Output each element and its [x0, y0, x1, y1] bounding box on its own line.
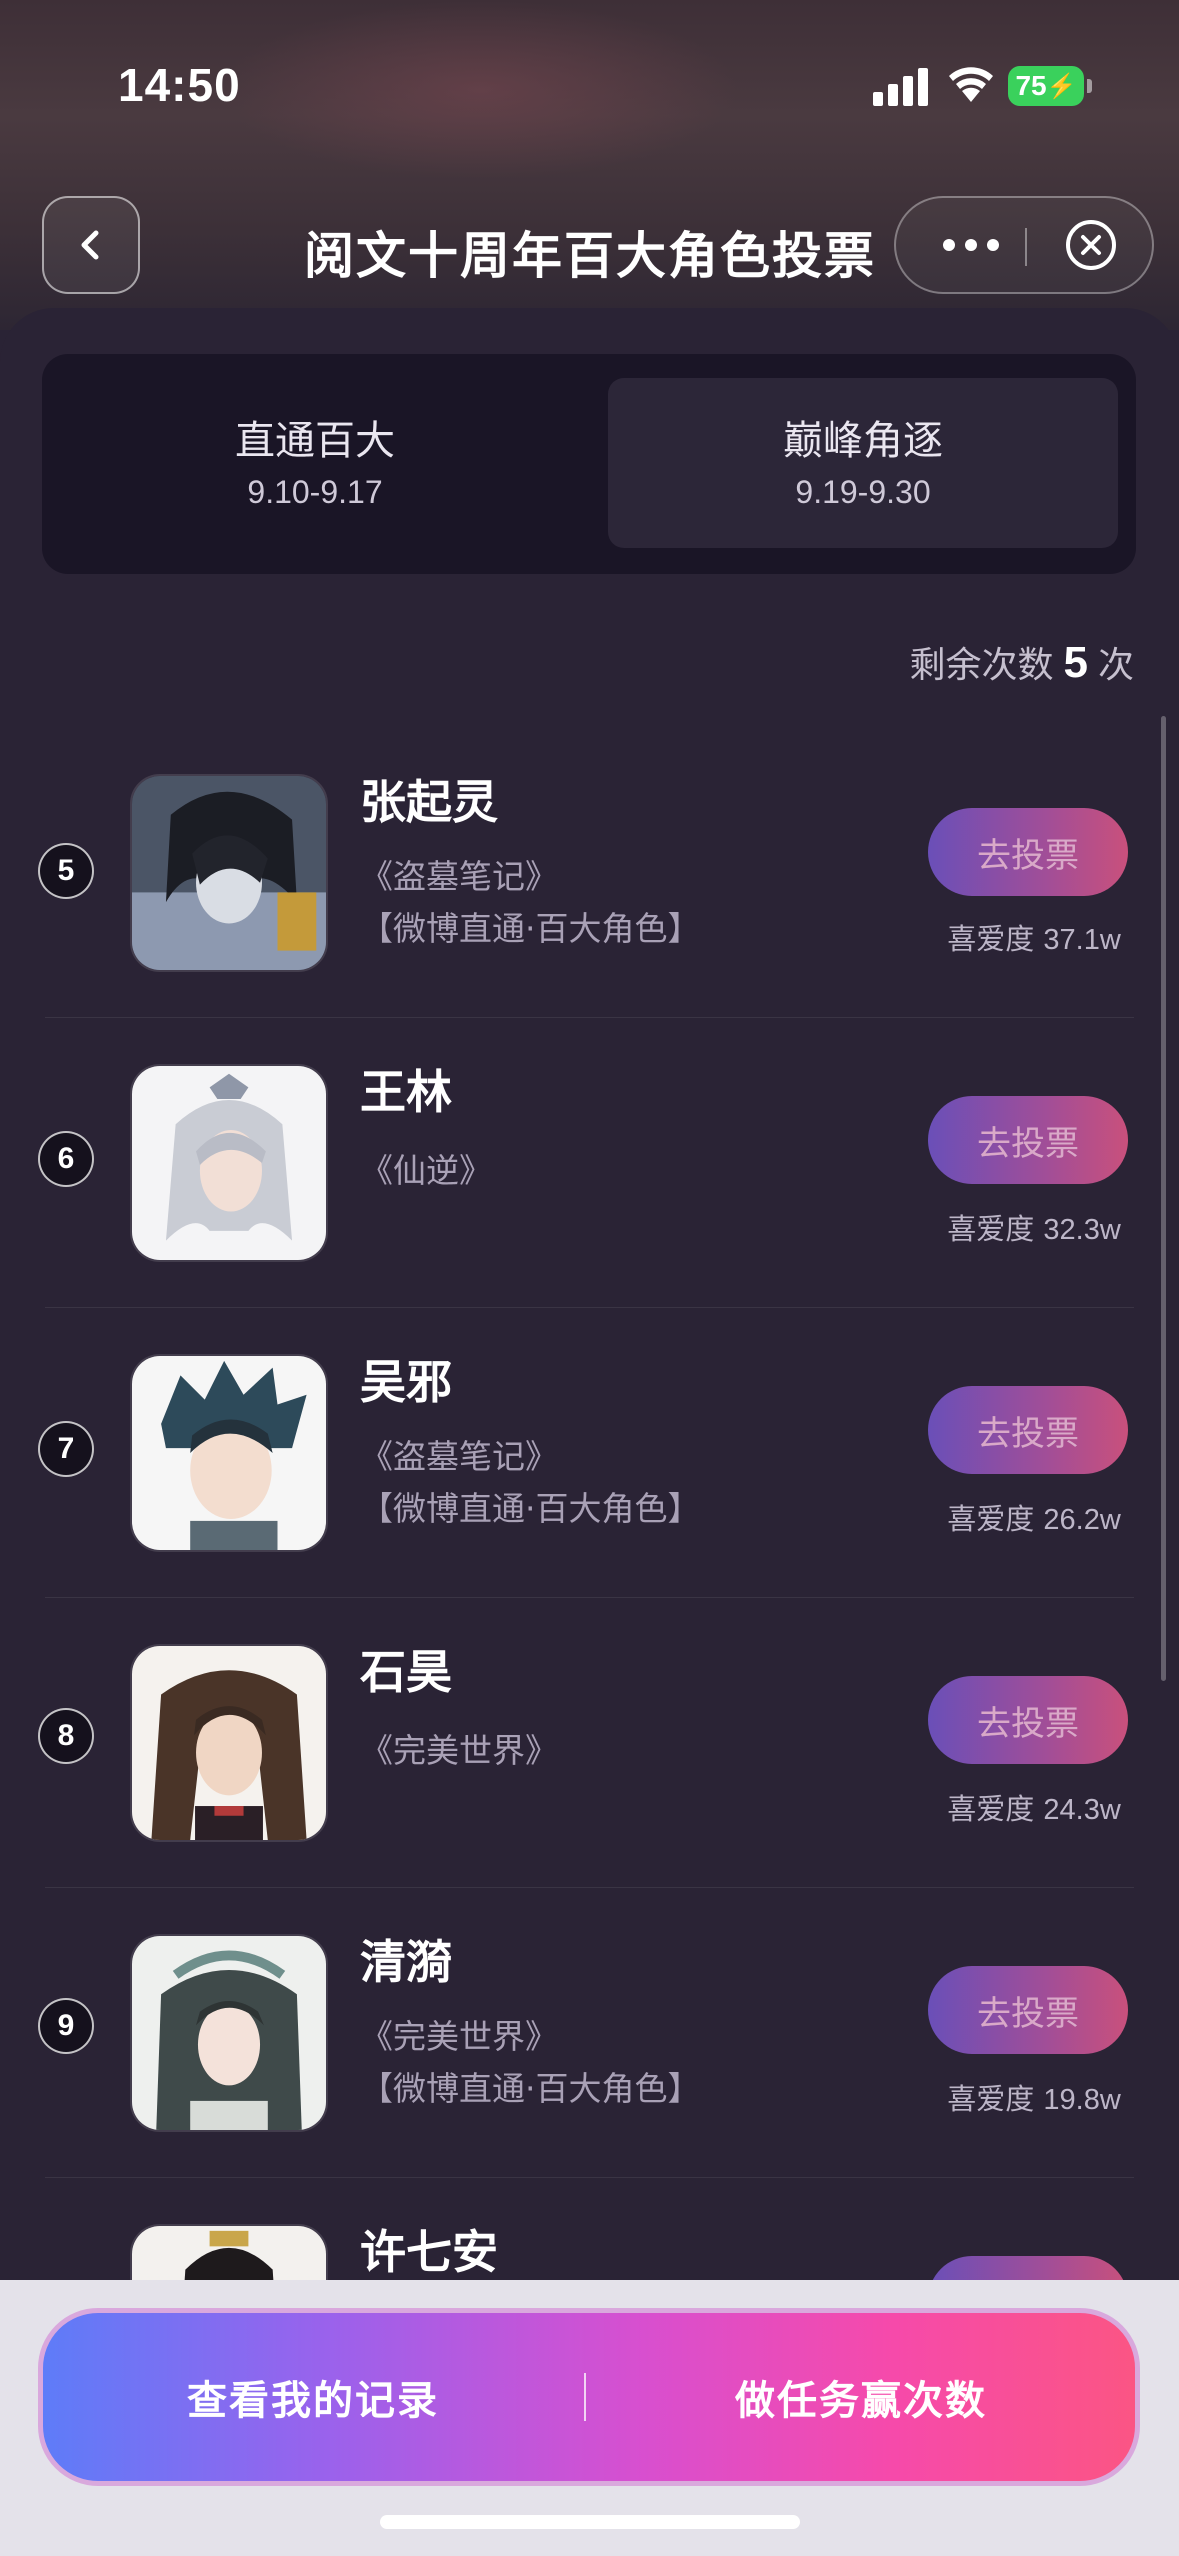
popularity-label: 喜爱度	[947, 2082, 1035, 2116]
tab-direct-top100[interactable]: 直通百大 9.10-9.17	[60, 378, 570, 548]
cellular-signal-icon	[873, 66, 933, 106]
avatar-image	[132, 1356, 326, 1550]
page-title: 阅文十周年百大角色投票	[304, 227, 876, 285]
list-item: 8 石昊 《完美世界》 去投票 喜爱度 24.3w	[0, 1598, 1179, 1888]
rank-badge: 7	[38, 1421, 94, 1477]
remaining-unit: 次	[1097, 645, 1134, 686]
popularity-label: 喜爱度	[947, 1212, 1035, 1246]
view-records-button[interactable]: 查看我的记录	[43, 2313, 583, 2481]
character-name: 清漪	[360, 1935, 452, 1989]
capsule-divider	[1025, 228, 1027, 266]
rank-badge: 8	[38, 1708, 94, 1764]
popularity-label: 喜爱度	[947, 1792, 1035, 1826]
more-dots-icon	[943, 239, 999, 251]
popularity: 喜爱度 26.2w	[928, 1496, 1140, 1538]
home-indicator[interactable]	[380, 2515, 800, 2529]
character-name: 许七安	[360, 2225, 498, 2279]
avatar[interactable]	[130, 774, 328, 972]
list-item: 6 王林 《仙逆》 去投票 喜爱度 32.3w	[0, 1018, 1179, 1308]
battery-level: 75	[1015, 70, 1047, 101]
vote-button[interactable]: 去投票	[928, 1386, 1128, 1474]
rank-badge: 6	[38, 1131, 94, 1187]
remaining-votes: 剩余次数 5 次	[909, 636, 1134, 688]
miniprogram-capsule	[894, 196, 1154, 294]
book-title: 《盗墓笔记》	[360, 1437, 558, 1476]
character-name: 张起灵	[360, 775, 498, 829]
avatar[interactable]	[130, 1644, 328, 1842]
rank-badge: 5	[38, 843, 94, 899]
cta-pill: 查看我的记录 做任务赢次数	[38, 2308, 1140, 2486]
avatar-image	[132, 1646, 326, 1840]
book-title: 《完美世界》	[360, 2017, 558, 2056]
avatar[interactable]	[130, 1064, 328, 1262]
tab-peak-contest[interactable]: 巅峰角逐 9.19-9.30	[608, 378, 1118, 548]
popularity: 喜爱度 19.8w	[928, 2076, 1140, 2118]
chevron-left-icon	[81, 230, 99, 260]
avatar-image	[132, 1936, 326, 2130]
popularity-label: 喜爱度	[947, 922, 1035, 956]
vote-button[interactable]: 去投票	[928, 1676, 1128, 1764]
back-button[interactable]	[42, 196, 140, 294]
popularity-value: 32.3w	[1043, 1214, 1121, 1246]
vote-button[interactable]: 去投票	[928, 1966, 1128, 2054]
tab-date: 9.19-9.30	[795, 474, 931, 510]
tab-date: 9.10-9.17	[247, 474, 383, 510]
character-tag: 【微博直通·百大角色】	[360, 2069, 701, 2108]
more-button[interactable]	[926, 198, 1016, 292]
popularity: 喜爱度 32.3w	[928, 1206, 1140, 1248]
remaining-count: 5	[1063, 638, 1088, 687]
book-title: 《完美世界》	[360, 1731, 558, 1770]
character-tag: 【微博直通·百大角色】	[360, 909, 701, 948]
vote-button[interactable]: 去投票	[928, 808, 1128, 896]
rank-badge: 9	[38, 1998, 94, 2054]
book-title: 《盗墓笔记》	[360, 857, 558, 896]
earn-votes-button[interactable]: 做任务赢次数	[587, 2313, 1135, 2481]
cta-divider	[584, 2373, 586, 2421]
popularity: 喜爱度 37.1w	[928, 916, 1140, 958]
book-title: 《仙逆》	[360, 1151, 492, 1190]
status-time: 14:50	[118, 59, 241, 111]
popularity-value: 26.2w	[1043, 1504, 1121, 1536]
list-item: 5 张起灵 《盗墓笔记》 【微博直通·百大角色】 去投票 喜爱度 37.1w	[0, 728, 1179, 1018]
tab-label: 巅峰角逐	[783, 418, 943, 464]
character-name: 石昊	[360, 1645, 452, 1699]
popularity-value: 24.3w	[1043, 1794, 1121, 1826]
nav-bar: 阅文十周年百大角色投票	[0, 190, 1179, 302]
list-item: 7 吴邪 《盗墓笔记》 【微博直通·百大角色】 去投票 喜爱度 26.2w	[0, 1308, 1179, 1598]
vote-button[interactable]: 去投票	[928, 1096, 1128, 1184]
popularity-value: 37.1w	[1043, 924, 1121, 956]
close-button[interactable]	[1046, 198, 1136, 292]
battery-icon: 75 ⚡	[1008, 66, 1092, 106]
stage-tabs: 直通百大 9.10-9.17 巅峰角逐 9.19-9.30	[42, 354, 1136, 574]
close-circle-icon	[1066, 220, 1116, 270]
avatar[interactable]	[130, 1354, 328, 1552]
tab-label: 直通百大	[235, 418, 395, 464]
remaining-label: 剩余次数	[909, 645, 1054, 686]
main-panel: 直通百大 9.10-9.17 巅峰角逐 9.19-9.30 剩余次数 5 次 5	[0, 308, 1179, 2556]
avatar-image	[132, 776, 326, 970]
status-bar: 14:50 75 ⚡	[0, 0, 1179, 170]
wifi-icon	[949, 67, 993, 102]
avatar-image	[132, 1066, 326, 1260]
popularity-value: 19.8w	[1043, 2084, 1121, 2116]
list-item: 9 清漪 《完美世界》 【微博直通·百大角色】 去投票 喜爱度 19.8w	[0, 1888, 1179, 2178]
popularity: 喜爱度 24.3w	[928, 1786, 1140, 1828]
character-name: 王林	[360, 1065, 452, 1119]
popularity-label: 喜爱度	[947, 1502, 1035, 1536]
character-tag: 【微博直通·百大角色】	[360, 1489, 701, 1528]
avatar[interactable]	[130, 1934, 328, 2132]
character-name: 吴邪	[360, 1355, 452, 1409]
